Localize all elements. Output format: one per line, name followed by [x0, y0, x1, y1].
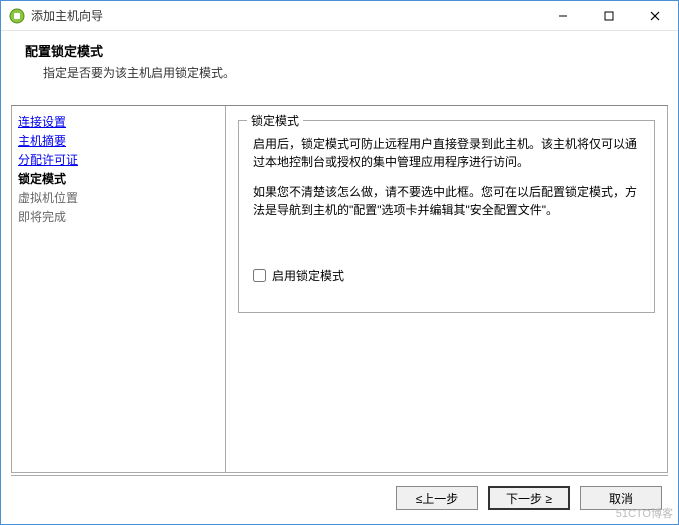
sidebar-item-ready: 即将完成 [18, 207, 219, 226]
sidebar-item-label: 分配许可证 [18, 153, 78, 167]
sidebar-item-connection[interactable]: 连接设置 [18, 112, 219, 131]
close-button[interactable] [632, 1, 678, 30]
back-button[interactable]: ≤上一步 [396, 486, 478, 510]
wizard-button-row: ≤上一步 下一步 ≥ 取消 [1, 476, 678, 524]
minimize-button[interactable] [540, 1, 586, 30]
description-para-1: 启用后，锁定模式可防止远程用户直接登录到此主机。该主机将仅可以通过本地控制台或授… [253, 135, 640, 171]
sidebar-item-summary[interactable]: 主机摘要 [18, 131, 219, 150]
content-area: 连接设置 主机摘要 分配许可证 锁定模式 虚拟机位置 即将完成 锁定模式 启用后… [11, 105, 668, 473]
page-title: 配置锁定模式 [25, 41, 654, 60]
window-title: 添加主机向导 [31, 7, 540, 24]
window-controls [540, 1, 678, 30]
lockdown-fieldset: 锁定模式 启用后，锁定模式可防止远程用户直接登录到此主机。该主机将仅可以通过本地… [238, 120, 655, 313]
main-panel: 锁定模式 启用后，锁定模式可防止远程用户直接登录到此主机。该主机将仅可以通过本地… [226, 106, 668, 473]
wizard-steps-sidebar: 连接设置 主机摘要 分配许可证 锁定模式 虚拟机位置 即将完成 [11, 106, 226, 473]
wizard-window: 添加主机向导 配置锁定模式 指定是否要为该主机启用锁定模式。 连接设置 主机摘要… [0, 0, 679, 525]
sidebar-item-label: 锁定模式 [18, 172, 66, 186]
description-para-2: 如果您不清楚该怎么做，请不要选中此框。您可在以后配置锁定模式，方法是导航到主机的… [253, 183, 640, 219]
sidebar-item-lockdown: 锁定模式 [18, 169, 219, 188]
next-button[interactable]: 下一步 ≥ [488, 486, 570, 510]
sidebar-item-vm-location: 虚拟机位置 [18, 188, 219, 207]
sidebar-item-license[interactable]: 分配许可证 [18, 150, 219, 169]
maximize-button[interactable] [586, 1, 632, 30]
app-icon [9, 8, 25, 24]
wizard-header: 配置锁定模式 指定是否要为该主机启用锁定模式。 [1, 31, 678, 95]
cancel-button[interactable]: 取消 [580, 486, 662, 510]
enable-lockdown-row: 启用锁定模式 [253, 267, 640, 284]
sidebar-item-label: 主机摘要 [18, 134, 66, 148]
page-subtitle: 指定是否要为该主机启用锁定模式。 [25, 64, 654, 81]
sidebar-item-label: 连接设置 [18, 115, 66, 129]
titlebar: 添加主机向导 [1, 1, 678, 31]
sidebar-item-label: 即将完成 [18, 210, 66, 224]
enable-lockdown-label: 启用锁定模式 [272, 267, 344, 284]
sidebar-item-label: 虚拟机位置 [18, 191, 78, 205]
enable-lockdown-checkbox[interactable] [253, 269, 266, 282]
fieldset-legend: 锁定模式 [247, 112, 303, 129]
